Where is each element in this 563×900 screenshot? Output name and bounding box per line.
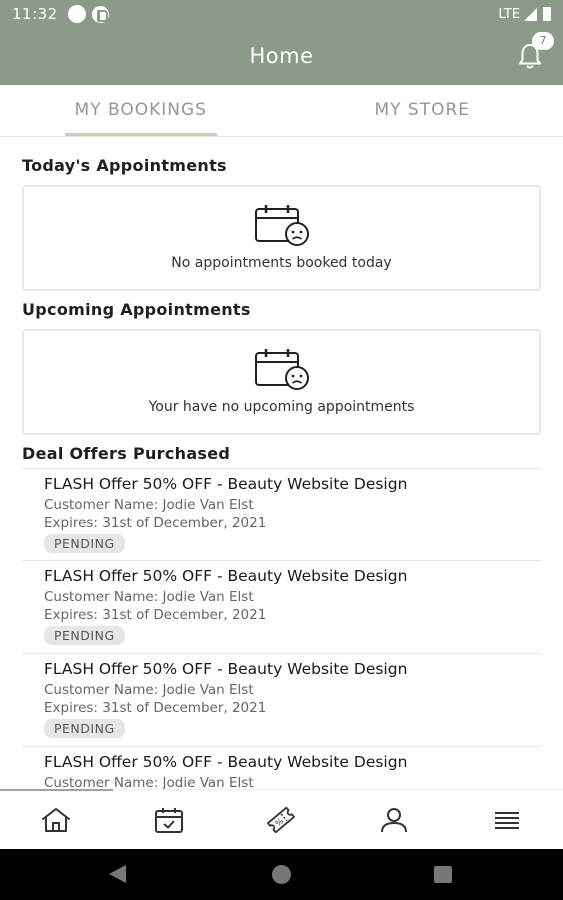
bottom-nav: % [0, 789, 563, 849]
tab-my-bookings[interactable]: MY BOOKINGS [0, 85, 282, 136]
deal-expiry: Expires: 31st of December, 2021 [44, 607, 267, 623]
deal-item[interactable]: FLASH Offer 50% OFF - Beauty Website Des… [22, 747, 541, 789]
deal-expiry: Expires: 31st of December, 2021 [44, 700, 267, 716]
upcoming-appointments-empty-card: Your have no upcoming appointments [22, 329, 541, 435]
status-bar: 11:32 LTE [0, 0, 563, 28]
deal-name: FLASH Offer 50% OFF - Beauty Website Des… [44, 660, 408, 678]
home-icon [42, 807, 71, 832]
deal-item[interactable]: FLASH Offer 50% OFF - Beauty Website Des… [22, 468, 541, 561]
notification-badge: 7 [532, 32, 554, 50]
calendar-icon [154, 807, 183, 833]
deal-offers-title: Deal Offers Purchased [22, 444, 231, 463]
todays-appointments-title: Today's Appointments [22, 156, 227, 175]
ticket-icon: % [267, 806, 296, 833]
upcoming-appointments-title: Upcoming Appointments [22, 300, 251, 319]
nav-calendar[interactable] [113, 790, 226, 849]
status-badge: PENDING [44, 626, 125, 645]
deal-customer: Customer Name: Jodie Van Elst [44, 682, 254, 698]
battery-icon [543, 7, 551, 21]
menu-icon [494, 811, 519, 829]
todays-empty-message: No appointments booked today [171, 255, 392, 271]
deal-customer: Customer Name: Jodie Van Elst [44, 497, 254, 513]
deal-item[interactable]: FLASH Offer 50% OFF - Beauty Website Des… [22, 654, 541, 747]
deal-name: FLASH Offer 50% OFF - Beauty Website Des… [44, 475, 408, 493]
status-badge: PENDING [44, 534, 125, 553]
upcoming-empty-message: Your have no upcoming appointments [148, 399, 415, 415]
sad-calendar-icon [255, 205, 309, 246]
nav-deals[interactable]: % [225, 790, 338, 849]
tab-my-store[interactable]: MY STORE [282, 85, 563, 136]
sad-calendar-icon [255, 349, 309, 390]
active-tab-indicator [0, 789, 113, 791]
nav-home[interactable] [0, 790, 113, 849]
nav-profile[interactable] [338, 790, 451, 849]
app-header: Home 7 [0, 28, 563, 85]
deal-name: FLASH Offer 50% OFF - Beauty Website Des… [44, 753, 408, 771]
status-badge: PENDING [44, 719, 125, 738]
main-content[interactable]: Today's Appointments No appointments boo… [0, 137, 563, 789]
network-type: LTE [498, 6, 520, 22]
system-home-icon[interactable] [272, 865, 291, 884]
deal-item[interactable]: FLASH Offer 50% OFF - Beauty Website Des… [22, 561, 541, 654]
tab-bar: MY BOOKINGS MY STORE [0, 85, 563, 137]
signal-icon [524, 7, 537, 21]
deal-customer: Customer Name: Jodie Van Elst [44, 775, 254, 789]
back-icon[interactable] [109, 865, 126, 883]
todays-appointments-empty-card: No appointments booked today [22, 185, 541, 291]
person-icon [381, 807, 408, 832]
page-title: Home [249, 44, 314, 68]
system-nav-bar [0, 849, 563, 900]
nav-menu[interactable] [450, 790, 563, 849]
app-notification-icon [91, 5, 109, 23]
recent-apps-icon[interactable] [434, 866, 452, 883]
deal-name: FLASH Offer 50% OFF - Beauty Website Des… [44, 567, 408, 585]
status-time: 11:32 [12, 5, 58, 23]
deal-expiry: Expires: 31st of December, 2021 [44, 515, 267, 531]
deal-customer: Customer Name: Jodie Van Elst [44, 589, 254, 605]
notification-dot-icon [67, 5, 86, 23]
